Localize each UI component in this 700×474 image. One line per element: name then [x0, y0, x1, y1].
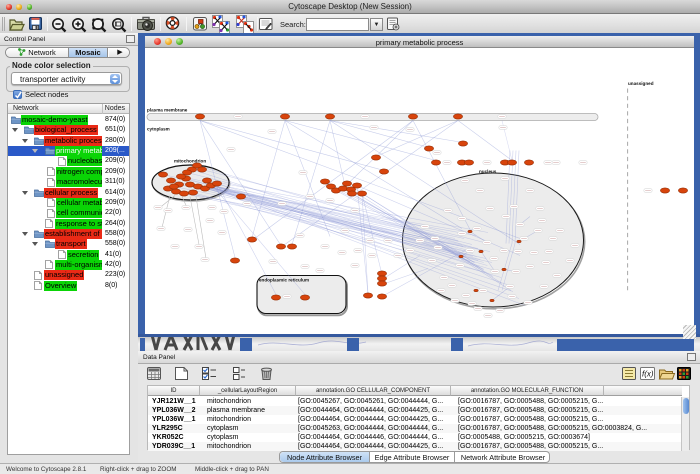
svg-text:plasma membrane: plasma membrane [147, 107, 188, 112]
svg-text:unassigned: unassigned [628, 81, 654, 86]
svg-text:mitochondrion: mitochondrion [174, 158, 206, 163]
svg-text:endoplasmic reticulum: endoplasmic reticulum [259, 277, 309, 282]
svg-text:cytoplasm: cytoplasm [147, 126, 170, 131]
svg-text:nucleus: nucleus [479, 169, 497, 174]
svg-text:f(x): f(x) [642, 370, 654, 379]
